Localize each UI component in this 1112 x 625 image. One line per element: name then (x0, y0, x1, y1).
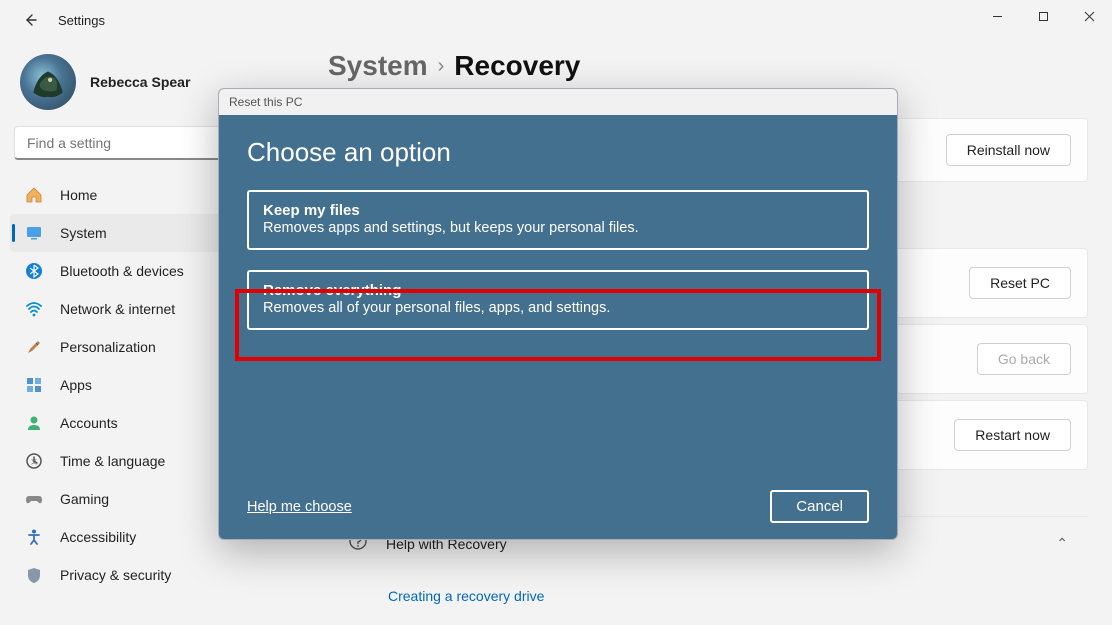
dialog-heading: Choose an option (247, 137, 869, 168)
back-button[interactable] (14, 4, 46, 36)
accounts-icon (24, 413, 44, 433)
option-desc: Removes apps and settings, but keeps you… (263, 220, 853, 236)
chevron-up-icon: ⌃ (1056, 535, 1068, 552)
sidebar-item-privacy[interactable]: Privacy & security (10, 556, 294, 594)
minimize-button[interactable] (974, 0, 1020, 32)
option-desc: Removes all of your personal files, apps… (263, 300, 853, 316)
avatar (20, 54, 76, 110)
minimize-icon (992, 11, 1003, 22)
svg-text:文: 文 (31, 458, 37, 466)
privacy-icon (24, 565, 44, 585)
reset-pc-dialog: Reset this PC Choose an option Keep my f… (218, 88, 898, 540)
sidebar-item-label: System (60, 225, 107, 241)
breadcrumb-current: Recovery (454, 50, 580, 82)
option-remove-everything[interactable]: Remove everything Removes all of your pe… (247, 270, 869, 330)
maximize-button[interactable] (1020, 0, 1066, 32)
recovery-drive-link[interactable]: Creating a recovery drive (388, 588, 544, 604)
app-title: Settings (58, 13, 105, 28)
dialog-title-bar: Reset this PC (219, 89, 897, 115)
reinstall-button[interactable]: Reinstall now (946, 134, 1071, 166)
option-title: Remove everything (263, 282, 853, 299)
home-icon (24, 185, 44, 205)
sidebar-item-label: Bluetooth & devices (60, 263, 184, 279)
network-icon (24, 299, 44, 319)
apps-icon (24, 375, 44, 395)
avatar-image-icon (27, 61, 69, 103)
option-keep-files[interactable]: Keep my files Removes apps and settings,… (247, 190, 869, 250)
accessibility-icon (24, 527, 44, 547)
personalization-icon (24, 337, 44, 357)
title-bar: Settings (0, 0, 1112, 40)
gaming-icon (24, 489, 44, 509)
restart-button[interactable]: Restart now (954, 419, 1071, 451)
breadcrumb: System › Recovery (328, 50, 1088, 82)
sidebar-item-label: Accessibility (60, 529, 136, 545)
sidebar-item-label: Home (60, 187, 97, 203)
close-button[interactable] (1066, 0, 1112, 32)
bluetooth-icon (24, 261, 44, 281)
back-arrow-icon (22, 12, 38, 28)
sidebar-item-label: Time & language (60, 453, 165, 469)
reset-pc-button[interactable]: Reset PC (969, 267, 1071, 299)
profile-name: Rebecca Spear (90, 74, 190, 90)
system-icon (24, 223, 44, 243)
help-me-choose-link[interactable]: Help me choose (247, 499, 352, 515)
sidebar-item-label: Apps (60, 377, 92, 393)
help-link-row: Creating a recovery drive (328, 570, 1088, 620)
sidebar-item-label: Privacy & security (60, 567, 171, 583)
go-back-button: Go back (977, 343, 1071, 375)
sidebar-item-label: Network & internet (60, 301, 175, 317)
sidebar-item-label: Accounts (60, 415, 118, 431)
maximize-icon (1038, 11, 1049, 22)
window-controls (974, 0, 1112, 32)
chevron-right-icon: › (438, 55, 445, 78)
cancel-button[interactable]: Cancel (770, 490, 869, 523)
time-icon: 文 (24, 451, 44, 471)
sidebar-item-label: Gaming (60, 491, 109, 507)
breadcrumb-parent[interactable]: System (328, 50, 428, 82)
close-icon (1084, 11, 1095, 22)
option-title: Keep my files (263, 202, 853, 219)
sidebar-item-label: Personalization (60, 339, 156, 355)
